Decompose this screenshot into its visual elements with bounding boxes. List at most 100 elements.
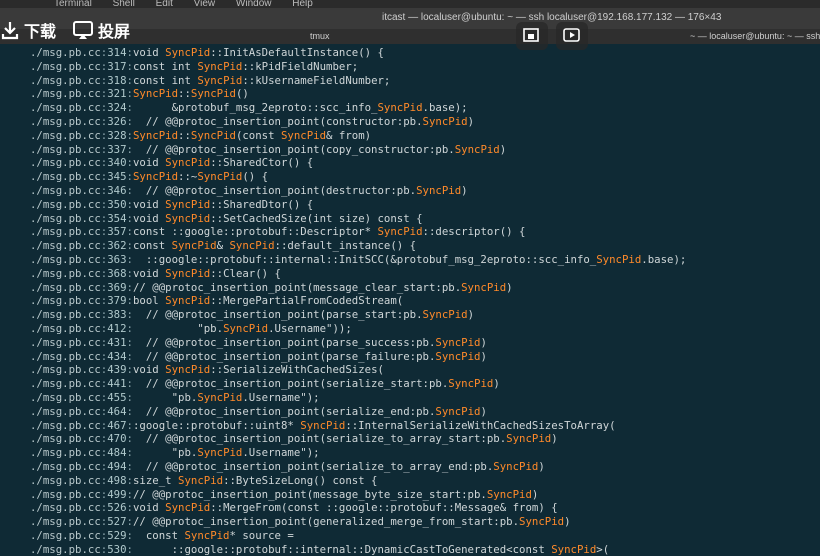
result-filename: ./msg.pb.cc: [30, 501, 101, 515]
match-highlight: SyncPid: [197, 446, 243, 460]
result-line-number: 526: [107, 501, 127, 515]
result-line: ./msg.pb.cc:484: "pb.SyncPid.Username");: [30, 446, 686, 460]
play-screen-icon: [563, 28, 580, 42]
match-highlight: SyncPid: [493, 459, 539, 473]
result-code: // @@protoc_insertion_point(generalized_…: [132, 515, 571, 529]
match-highlight: SyncPid: [551, 542, 597, 556]
result-line: ./msg.pb.cc:464: // @@protoc_insertion_p…: [30, 405, 686, 419]
result-filename: ./msg.pb.cc: [30, 225, 101, 239]
result-filename: ./msg.pb.cc: [30, 211, 101, 225]
result-filename: ./msg.pb.cc: [30, 142, 101, 156]
result-code: const int SyncPid::kPidFieldNumber;: [132, 59, 359, 73]
match-highlight: SyncPid: [461, 280, 507, 294]
project-label: 投屏: [98, 24, 131, 41]
result-filename: ./msg.pb.cc: [30, 128, 101, 142]
result-line: ./msg.pb.cc:467::google::protobuf::uint8…: [30, 419, 686, 433]
result-line: ./msg.pb.cc:369:// @@protoc_insertion_po…: [30, 281, 686, 295]
result-code: const SyncPid& SyncPid::default_instance…: [132, 239, 417, 253]
result-line-number: 434: [107, 349, 127, 363]
result-code: :google::protobuf::uint8* SyncPid::Inter…: [132, 418, 616, 432]
result-filename: ./msg.pb.cc: [30, 46, 101, 59]
result-line-number: 328: [107, 128, 127, 142]
match-highlight: SyncPid: [416, 183, 462, 197]
tab-ssh[interactable]: ~ — localuser@ubuntu: ~ — ssh l: [690, 31, 820, 41]
result-filename: ./msg.pb.cc: [30, 183, 101, 197]
match-highlight: SyncPid: [197, 390, 243, 404]
menu-shell[interactable]: Shell: [113, 0, 135, 8]
result-filename: ./msg.pb.cc: [30, 87, 101, 101]
result-line-number: 369: [107, 280, 127, 294]
result-code: SyncPid::SyncPid(): [132, 87, 249, 101]
result-line: ./msg.pb.cc:368:void SyncPid::Clear() {: [30, 267, 686, 281]
match-highlight: SyncPid: [190, 87, 236, 101]
tab-tmux[interactable]: tmux: [310, 31, 330, 41]
result-line: ./msg.pb.cc:530: ::google::protobuf::int…: [30, 543, 686, 556]
result-line: ./msg.pb.cc:455: "pb.SyncPid.Username");: [30, 391, 686, 405]
result-line-number: 314: [107, 46, 127, 59]
pip-icon: [523, 28, 539, 42]
result-line-number: 455: [107, 390, 127, 404]
result-code: bool SyncPid::MergePartialFromCodedStrea…: [132, 294, 404, 308]
result-line-number: 324: [107, 101, 127, 115]
result-code: // @@protoc_insertion_point(parse_succes…: [132, 335, 487, 349]
result-line-number: 431: [107, 335, 127, 349]
result-filename: ./msg.pb.cc: [30, 114, 101, 128]
match-highlight: SyncPid: [300, 418, 346, 432]
result-code: // @@protoc_insertion_point(serialize_to…: [132, 459, 545, 473]
match-highlight: SyncPid: [223, 321, 269, 335]
project-button[interactable]: 投屏: [72, 18, 142, 42]
result-line-number: 498: [107, 473, 127, 487]
result-filename: ./msg.pb.cc: [30, 156, 101, 170]
result-line-number: 326: [107, 114, 127, 128]
play-screen-button[interactable]: [556, 22, 588, 50]
result-line-number: 321: [107, 87, 127, 101]
result-line: ./msg.pb.cc:318:const int SyncPid::kUser…: [30, 74, 686, 88]
result-code: // @@protoc_insertion_point(constructor:…: [132, 114, 475, 128]
match-highlight: SyncPid: [171, 239, 217, 253]
match-highlight: SyncPid: [184, 528, 230, 542]
match-highlight: SyncPid: [178, 473, 224, 487]
result-code: void SyncPid::SharedCtor() {: [132, 156, 314, 170]
menu-help[interactable]: Help: [292, 0, 313, 8]
menu-view[interactable]: View: [194, 0, 216, 8]
result-line-number: 499: [107, 487, 127, 501]
result-code: void SyncPid::Clear() {: [132, 266, 281, 280]
pip-button[interactable]: [516, 22, 548, 50]
result-line-number: 345: [107, 170, 127, 184]
result-line: ./msg.pb.cc:498:size_t SyncPid::ByteSize…: [30, 474, 686, 488]
result-line-number: 379: [107, 294, 127, 308]
result-code: // @@protoc_insertion_point(copy_constru…: [132, 142, 507, 156]
screen-cast-icon: [73, 21, 93, 39]
result-filename: ./msg.pb.cc: [30, 321, 101, 335]
result-line: ./msg.pb.cc:317:const int SyncPid::kPidF…: [30, 60, 686, 74]
menu-window[interactable]: Window: [236, 0, 272, 8]
result-line-number: 441: [107, 377, 127, 391]
video-overlay-controls: [516, 22, 588, 50]
match-highlight: SyncPid: [229, 239, 275, 253]
result-line: ./msg.pb.cc:431: // @@protoc_insertion_p…: [30, 336, 686, 350]
terminal-output[interactable]: ./msg.pb.cc:314:void SyncPid::InitAsDefa…: [0, 44, 820, 556]
result-line: ./msg.pb.cc:441: // @@protoc_insertion_p…: [30, 377, 686, 391]
result-line-number: 527: [107, 515, 127, 529]
result-code: // @@protoc_insertion_point(serialize_en…: [132, 404, 487, 418]
result-line: ./msg.pb.cc:439:void SyncPid::SerializeW…: [30, 363, 686, 377]
download-button[interactable]: 下载: [0, 18, 60, 42]
result-filename: ./msg.pb.cc: [30, 239, 101, 253]
match-highlight: SyncPid: [165, 294, 211, 308]
result-line-number: 464: [107, 404, 127, 418]
result-filename: ./msg.pb.cc: [30, 542, 101, 556]
menu-terminal[interactable]: Terminal: [54, 0, 92, 8]
result-line-number: 368: [107, 266, 127, 280]
match-highlight: SyncPid: [486, 487, 532, 501]
result-line: ./msg.pb.cc:412: "pb.SyncPid.Username"))…: [30, 322, 686, 336]
menu-edit[interactable]: Edit: [156, 0, 173, 8]
match-highlight: SyncPid: [132, 128, 179, 142]
result-line: ./msg.pb.cc:321:SyncPid::SyncPid(): [30, 87, 686, 101]
result-filename: ./msg.pb.cc: [30, 418, 101, 432]
result-filename: ./msg.pb.cc: [30, 473, 101, 487]
match-highlight: SyncPid: [165, 211, 211, 225]
result-line-number: 470: [107, 432, 127, 446]
result-line-number: 467: [107, 418, 127, 432]
result-line-number: 340: [107, 156, 127, 170]
result-filename: ./msg.pb.cc: [30, 515, 101, 529]
